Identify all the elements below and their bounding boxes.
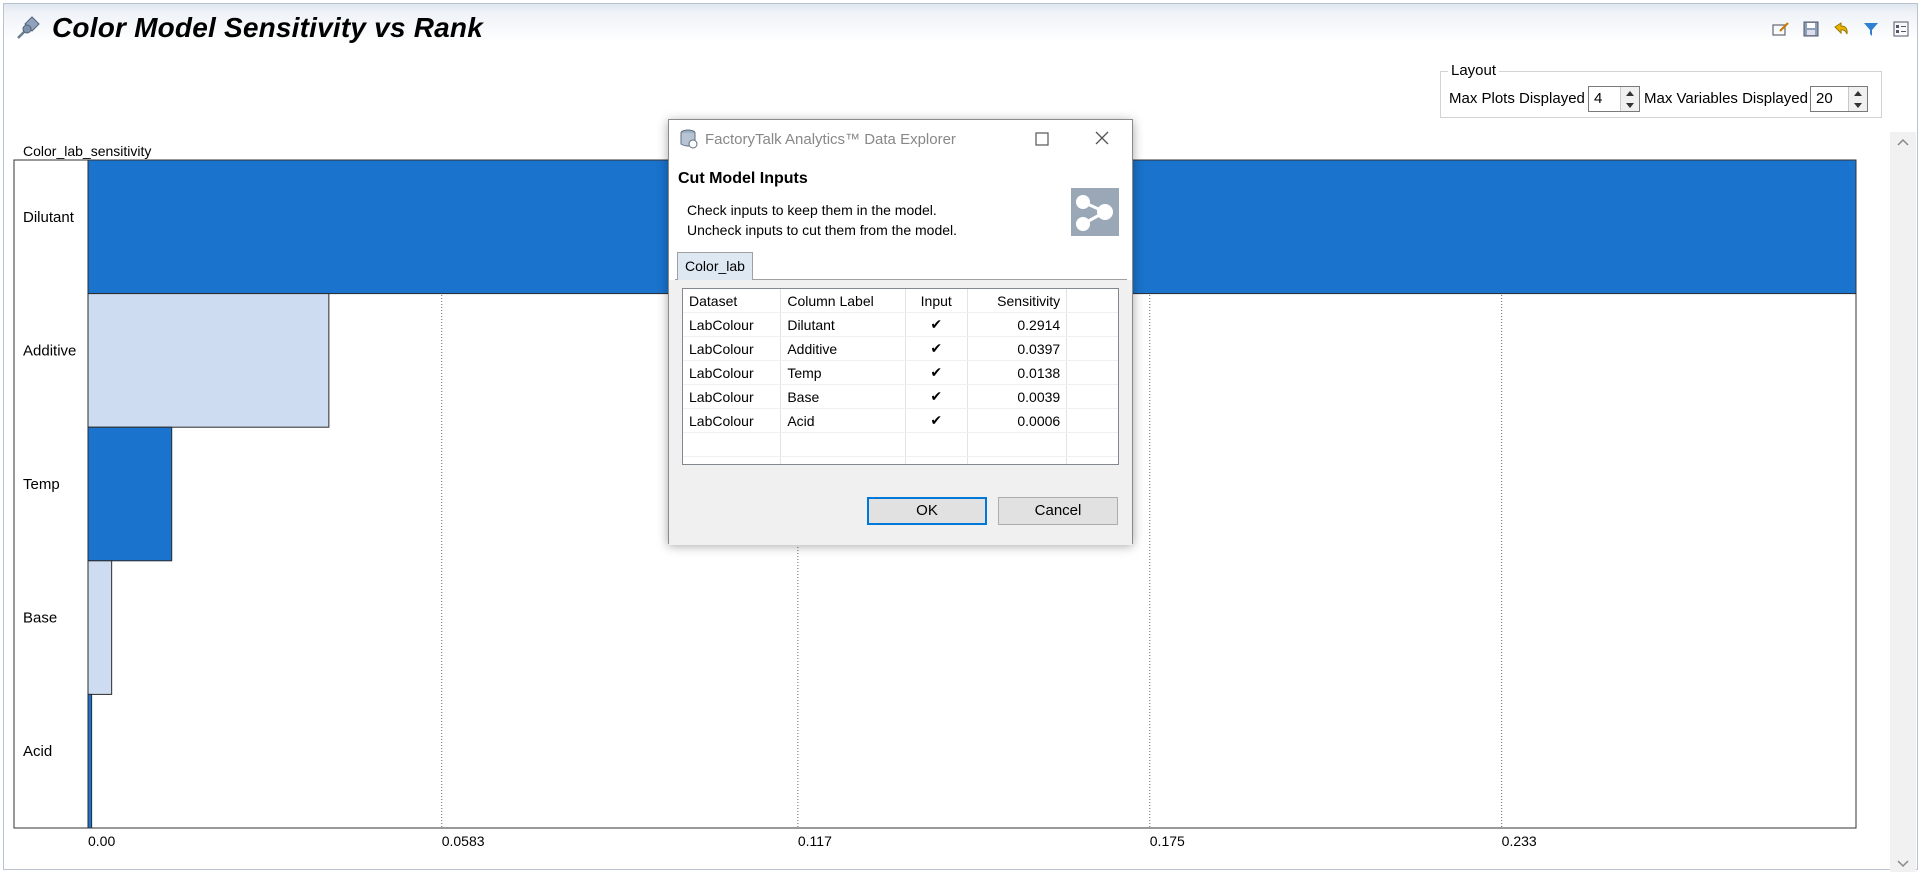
category-label: Temp: [23, 476, 60, 493]
tab-color-lab[interactable]: Color_lab: [677, 252, 753, 280]
checkmark-icon[interactable]: ✔: [930, 388, 942, 404]
sensitivity-cell: 0.0006: [967, 408, 1068, 433]
filler-cell: [1066, 336, 1118, 361]
sensitivity-cell: 0.0138: [967, 360, 1068, 385]
dataset-cell: LabColour: [683, 408, 782, 433]
bar-additive[interactable]: [87, 293, 330, 428]
dialog-title: FactoryTalk Analytics™ Data Explorer: [705, 131, 956, 148]
table-row[interactable]: LabColour Acid ✔ 0.0006: [683, 408, 1118, 433]
bar-base[interactable]: [87, 560, 113, 695]
x-tick-label: 0.233: [1502, 833, 1537, 849]
column-header[interactable]: Column Label: [780, 289, 906, 313]
category-label: Additive: [23, 342, 76, 359]
column-header[interactable]: Input: [905, 289, 968, 313]
checkmark-icon[interactable]: ✔: [930, 412, 942, 428]
ok-button[interactable]: OK: [867, 497, 987, 525]
maximize-icon[interactable]: [1034, 131, 1050, 147]
bar-acid[interactable]: [87, 693, 93, 829]
sensitivity-cell: 0.0397: [967, 336, 1068, 361]
dialog-message-line1: Check inputs to keep them in the model.: [687, 202, 937, 218]
dialog-message-line2: Uncheck inputs to cut them from the mode…: [687, 222, 958, 238]
column-label-cell: Dilutant: [780, 312, 906, 337]
table-row[interactable]: LabColour Base ✔ 0.0039: [683, 384, 1118, 409]
x-tick-label: 0.175: [1150, 833, 1185, 849]
dialog-heading: Cut Model Inputs: [678, 170, 808, 187]
x-tick-label: 0.117: [798, 833, 832, 849]
database-icon: [679, 129, 699, 149]
filler-cell: [1066, 408, 1118, 433]
checkmark-icon[interactable]: ✔: [930, 316, 942, 332]
column-header[interactable]: Sensitivity: [967, 289, 1068, 313]
input-checkbox[interactable]: ✔: [905, 312, 968, 337]
category-label: Base: [23, 610, 57, 627]
column-label-cell: Temp: [780, 360, 906, 385]
checkmark-icon[interactable]: ✔: [930, 340, 942, 356]
dialog-titlebar: FactoryTalk Analytics™ Data Explorer: [669, 120, 1132, 158]
dataset-cell: LabColour: [683, 360, 782, 385]
filler-cell: [1066, 384, 1118, 409]
table-row-empty: [683, 432, 1118, 457]
model-network-icon: [1071, 188, 1121, 238]
table-header-row: Dataset Column Label Input Sensitivity: [683, 289, 1118, 313]
column-label-cell: Acid: [780, 408, 906, 433]
checkmark-icon[interactable]: ✔: [930, 364, 942, 380]
category-label: Dilutant: [23, 209, 75, 226]
column-header[interactable]: Dataset: [683, 289, 782, 313]
filler-cell: [1066, 360, 1118, 385]
table-row-empty: [683, 456, 1118, 464]
cancel-button[interactable]: Cancel: [998, 497, 1118, 525]
input-checkbox[interactable]: ✔: [905, 408, 968, 433]
table-row[interactable]: LabColour Dilutant ✔ 0.2914: [683, 312, 1118, 337]
table-row[interactable]: LabColour Additive ✔ 0.0397: [683, 336, 1118, 361]
inputs-table: Dataset Column Label Input Sensitivity L…: [682, 288, 1119, 465]
input-checkbox[interactable]: ✔: [905, 384, 968, 409]
chart-title: Color_lab_sensitivity: [23, 143, 151, 159]
bar-temp[interactable]: [87, 426, 173, 562]
x-tick-label: 0.0583: [442, 833, 485, 849]
dataset-cell: LabColour: [683, 312, 782, 337]
close-icon[interactable]: [1093, 129, 1111, 147]
sensitivity-cell: 0.0039: [967, 384, 1068, 409]
column-header-filler: [1066, 289, 1118, 313]
table-row[interactable]: LabColour Temp ✔ 0.0138: [683, 360, 1118, 385]
input-checkbox[interactable]: ✔: [905, 360, 968, 385]
filler-cell: [1066, 312, 1118, 337]
sensitivity-cell: 0.2914: [967, 312, 1068, 337]
column-label-cell: Additive: [780, 336, 906, 361]
x-tick-label: 0.00: [88, 833, 115, 849]
category-label: Acid: [23, 743, 52, 760]
input-checkbox[interactable]: ✔: [905, 336, 968, 361]
cut-model-inputs-dialog: FactoryTalk Analytics™ Data Explorer Cut…: [668, 119, 1133, 545]
dataset-cell: LabColour: [683, 384, 782, 409]
column-label-cell: Base: [780, 384, 906, 409]
dataset-cell: LabColour: [683, 336, 782, 361]
